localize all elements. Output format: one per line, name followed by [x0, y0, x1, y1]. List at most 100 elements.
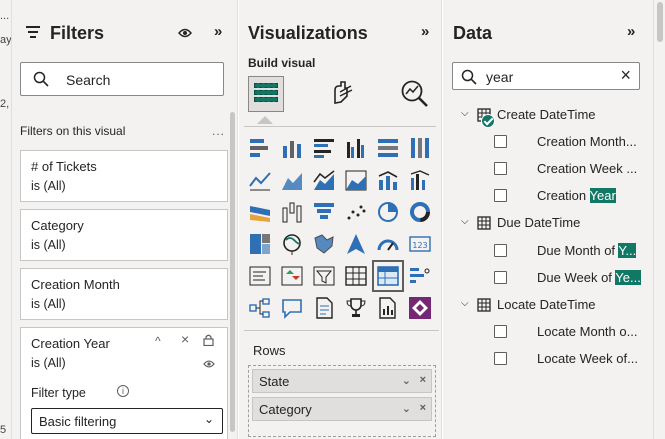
- azure-map-icon[interactable]: [344, 232, 368, 256]
- line-and-column-chart-icon[interactable]: [376, 168, 400, 192]
- field-name: Locate Month o...: [537, 324, 638, 339]
- eye-icon[interactable]: [203, 359, 215, 369]
- clustered-column-chart-icon[interactable]: [344, 136, 368, 160]
- table-row-locate-datetime[interactable]: ⌵ Locate DateTime: [443, 294, 653, 316]
- field-pill-state[interactable]: State ⌄ ×: [252, 369, 432, 393]
- build-visual-icon: [254, 83, 278, 105]
- stacked-area-chart-icon[interactable]: [312, 168, 336, 192]
- clear-search-icon[interactable]: ×: [620, 65, 631, 86]
- clustered-bar-chart-icon[interactable]: [312, 136, 336, 160]
- stacked-bar-chart-icon[interactable]: [248, 136, 272, 160]
- in-use-check-icon: [481, 114, 495, 128]
- waterfall-chart-icon[interactable]: [280, 200, 304, 224]
- collapse-visualizations-icon[interactable]: »: [421, 23, 429, 40]
- kpi-icon[interactable]: [280, 264, 304, 288]
- metrics-icon[interactable]: [344, 296, 368, 320]
- filter-card-title: Creation Month: [31, 277, 120, 292]
- remove-field-icon[interactable]: ×: [420, 402, 426, 414]
- canvas-text-4: 5: [0, 424, 7, 436]
- funnel-chart-icon[interactable]: [312, 200, 336, 224]
- chevron-up-icon[interactable]: ^: [155, 334, 161, 348]
- chevron-down-icon[interactable]: ⌄: [402, 374, 411, 387]
- donut-chart-icon[interactable]: [408, 200, 432, 224]
- filter-type-select[interactable]: Basic filtering ⌄: [31, 408, 223, 434]
- field-row[interactable]: Creation Year: [443, 185, 653, 207]
- chevron-down-icon[interactable]: ⌵: [461, 108, 469, 119]
- gauge-icon[interactable]: [376, 232, 400, 256]
- collapse-data-icon[interactable]: »: [627, 23, 635, 40]
- pie-chart-icon[interactable]: [376, 200, 400, 224]
- field-checkbox[interactable]: [494, 189, 507, 202]
- filter-type-label: Filter type: [31, 386, 86, 400]
- chevron-down-icon[interactable]: ⌵: [461, 298, 469, 309]
- line-and-clustered-column-chart-icon[interactable]: [408, 168, 432, 192]
- 100-stacked-bar-chart-icon[interactable]: [376, 136, 400, 160]
- clear-filter-icon[interactable]: ×: [181, 331, 189, 347]
- treemap-icon[interactable]: [248, 232, 272, 256]
- field-checkbox[interactable]: [494, 352, 507, 365]
- field-row[interactable]: Locate Month o...: [443, 321, 653, 343]
- 100-stacked-column-chart-icon[interactable]: [408, 136, 432, 160]
- table-row-create-datetime[interactable]: ⌵ Create DateTime: [443, 104, 653, 128]
- field-checkbox[interactable]: [494, 325, 507, 338]
- scatter-chart-icon[interactable]: [344, 200, 368, 224]
- area-chart-icon[interactable]: [280, 168, 304, 192]
- table-row-due-datetime[interactable]: ⌵ Due DateTime: [443, 212, 653, 234]
- decomposition-tree-icon[interactable]: [248, 296, 272, 320]
- key-influencers-icon[interactable]: [408, 264, 432, 288]
- matrix-icon[interactable]: [372, 260, 404, 292]
- card-icon[interactable]: 123: [408, 232, 432, 256]
- field-checkbox[interactable]: [494, 135, 507, 148]
- date-table-icon: [477, 298, 491, 312]
- map-icon[interactable]: [280, 232, 304, 256]
- power-apps-icon[interactable]: [408, 296, 432, 320]
- field-pill-category[interactable]: Category ⌄ ×: [252, 397, 432, 421]
- multi-row-card-icon[interactable]: [248, 264, 272, 288]
- field-row[interactable]: Due Week of Ye...: [443, 267, 653, 289]
- lock-icon[interactable]: [203, 334, 214, 346]
- chevron-down-icon[interactable]: ⌄: [402, 402, 411, 415]
- field-row[interactable]: Locate Week of...: [443, 348, 653, 370]
- filter-type-value: Basic filtering: [39, 414, 117, 429]
- right-scrollbar[interactable]: [653, 0, 665, 439]
- data-pane: Data » year × ⌵ Create DateTime Creation…: [443, 0, 653, 439]
- filled-map-icon[interactable]: [312, 232, 336, 256]
- analytics-icon[interactable]: [399, 78, 429, 108]
- line-chart-icon[interactable]: [248, 168, 272, 192]
- data-search-input[interactable]: year ×: [452, 62, 640, 90]
- filter-card-tickets[interactable]: # of Tickets is (All): [20, 150, 228, 202]
- qna-icon[interactable]: [280, 296, 304, 320]
- eye-icon[interactable]: [178, 27, 192, 39]
- build-visual-tab[interactable]: [248, 76, 284, 112]
- paginated-report-icon[interactable]: [376, 296, 400, 320]
- visualizations-pane: Visualizations » Build visual 123 Rows S…: [239, 0, 442, 439]
- stacked-column-chart-icon[interactable]: [280, 136, 304, 160]
- slicer-icon[interactable]: [312, 264, 336, 288]
- filters-search-input[interactable]: Search: [20, 62, 224, 96]
- field-row[interactable]: Due Month of Y...: [443, 240, 653, 262]
- field-checkbox[interactable]: [494, 162, 507, 175]
- chevron-down-icon[interactable]: ⌵: [461, 216, 469, 227]
- field-checkbox[interactable]: [494, 244, 507, 257]
- filter-card-category[interactable]: Category is (All): [20, 209, 228, 261]
- rows-field-well: Rows State ⌄ × Category ⌄ ×: [244, 330, 439, 439]
- info-icon[interactable]: i: [117, 385, 129, 397]
- 100-stacked-area-chart-icon[interactable]: [344, 168, 368, 192]
- field-row[interactable]: Creation Week ...: [443, 158, 653, 180]
- format-visual-icon[interactable]: [327, 78, 357, 108]
- field-checkbox[interactable]: [494, 271, 507, 284]
- table-name: Due DateTime: [497, 215, 581, 230]
- smart-narrative-icon[interactable]: [312, 296, 336, 320]
- field-name: Due Month of Y...: [537, 243, 637, 258]
- filters-scrollbar[interactable]: [230, 112, 235, 432]
- data-title: Data: [453, 23, 493, 43]
- filter-card-creation-year[interactable]: Creation Year is (All) ^ × Filter type i…: [20, 327, 228, 439]
- collapse-filters-icon[interactable]: »: [214, 23, 222, 40]
- filter-card-creation-month[interactable]: Creation Month is (All): [20, 268, 228, 320]
- field-row[interactable]: Creation Month...: [443, 131, 653, 153]
- more-options-icon[interactable]: ...: [212, 124, 225, 138]
- rows-drop-zone[interactable]: State ⌄ × Category ⌄ ×: [248, 365, 436, 437]
- remove-field-icon[interactable]: ×: [420, 374, 426, 386]
- table-icon[interactable]: [344, 264, 368, 288]
- ribbon-chart-icon[interactable]: [248, 200, 272, 224]
